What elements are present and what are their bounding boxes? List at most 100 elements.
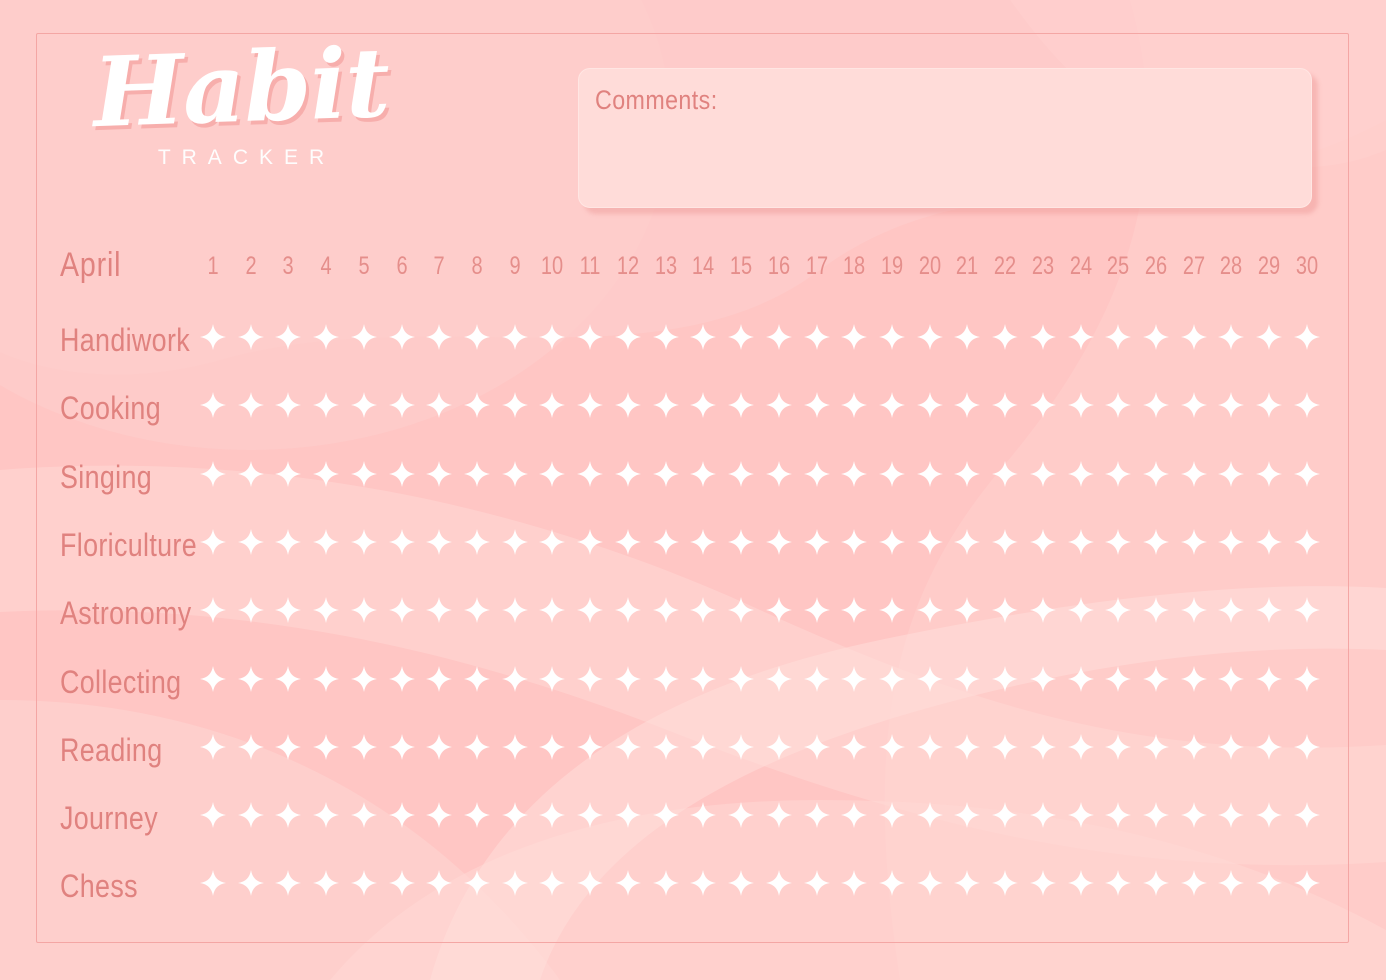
habit-day-marker[interactable] xyxy=(765,802,792,829)
habit-day-marker[interactable] xyxy=(1143,802,1169,829)
habit-day-marker[interactable] xyxy=(992,870,1019,897)
habit-day-marker[interactable] xyxy=(878,324,905,350)
habit-day-marker[interactable] xyxy=(1180,324,1207,350)
habit-day-marker[interactable] xyxy=(464,460,491,487)
habit-day-marker[interactable] xyxy=(765,324,792,350)
habit-day-marker[interactable] xyxy=(1067,392,1094,419)
habit-day-marker[interactable] xyxy=(275,733,302,760)
habit-day-marker[interactable] xyxy=(1029,802,1056,829)
habit-day-marker[interactable] xyxy=(1218,597,1245,624)
habit-day-marker[interactable] xyxy=(577,460,604,487)
habit-day-marker[interactable] xyxy=(313,324,340,350)
habit-day-marker[interactable] xyxy=(426,324,453,350)
habit-day-marker[interactable] xyxy=(577,802,604,829)
habit-day-marker[interactable] xyxy=(1143,528,1169,555)
habit-day-marker[interactable] xyxy=(728,324,755,350)
habit-day-marker[interactable] xyxy=(1180,733,1207,760)
habit-day-marker[interactable] xyxy=(1067,733,1094,760)
habit-day-marker[interactable] xyxy=(728,733,755,760)
habit-day-marker[interactable] xyxy=(878,802,905,829)
habit-day-marker[interactable] xyxy=(878,665,905,692)
habit-day-marker[interactable] xyxy=(1029,870,1056,897)
habit-day-marker[interactable] xyxy=(916,460,943,487)
habit-day-marker[interactable] xyxy=(690,870,717,897)
habit-day-marker[interactable] xyxy=(841,733,868,760)
habit-day-marker[interactable] xyxy=(1143,870,1169,897)
habit-day-marker[interactable] xyxy=(878,460,905,487)
habit-day-marker[interactable] xyxy=(1029,528,1056,555)
habit-day-marker[interactable] xyxy=(1293,460,1320,487)
habit-day-marker[interactable] xyxy=(1143,733,1169,760)
habit-day-marker[interactable] xyxy=(577,597,604,624)
habit-day-marker[interactable] xyxy=(1105,870,1132,897)
habit-day-marker[interactable] xyxy=(313,665,340,692)
habit-day-marker[interactable] xyxy=(1218,665,1245,692)
habit-day-marker[interactable] xyxy=(350,870,377,897)
habit-day-marker[interactable] xyxy=(237,665,264,692)
habit-day-marker[interactable] xyxy=(1067,528,1094,555)
habit-day-marker[interactable] xyxy=(728,460,755,487)
habit-day-marker[interactable] xyxy=(614,392,641,419)
habit-day-marker[interactable] xyxy=(1218,870,1245,897)
habit-day-marker[interactable] xyxy=(501,802,528,829)
habit-day-marker[interactable] xyxy=(1180,802,1207,829)
habit-day-marker[interactable] xyxy=(275,528,302,555)
habit-day-marker[interactable] xyxy=(690,392,717,419)
habit-day-marker[interactable] xyxy=(878,392,905,419)
habit-day-marker[interactable] xyxy=(803,597,830,624)
habit-day-marker[interactable] xyxy=(539,665,566,692)
habit-day-marker[interactable] xyxy=(313,733,340,760)
habit-day-marker[interactable] xyxy=(1105,392,1132,419)
habit-day-marker[interactable] xyxy=(841,392,868,419)
habit-day-marker[interactable] xyxy=(954,870,981,897)
habit-day-marker[interactable] xyxy=(1067,597,1094,624)
habit-day-marker[interactable] xyxy=(1256,460,1283,487)
habit-day-marker[interactable] xyxy=(992,460,1019,487)
habit-day-marker[interactable] xyxy=(313,460,340,487)
habit-day-marker[interactable] xyxy=(539,392,566,419)
habit-day-marker[interactable] xyxy=(1293,733,1320,760)
habit-day-marker[interactable] xyxy=(1293,597,1320,624)
habit-day-marker[interactable] xyxy=(577,665,604,692)
habit-day-marker[interactable] xyxy=(803,665,830,692)
habit-day-marker[interactable] xyxy=(803,870,830,897)
habit-day-marker[interactable] xyxy=(652,460,679,487)
habit-day-marker[interactable] xyxy=(614,870,641,897)
habit-day-marker[interactable] xyxy=(426,665,453,692)
habit-day-marker[interactable] xyxy=(501,392,528,419)
habit-day-marker[interactable] xyxy=(841,528,868,555)
habit-day-marker[interactable] xyxy=(539,597,566,624)
habit-day-marker[interactable] xyxy=(1105,733,1132,760)
habit-day-marker[interactable] xyxy=(388,460,415,487)
habit-day-marker[interactable] xyxy=(652,733,679,760)
habit-day-marker[interactable] xyxy=(1029,392,1056,419)
habit-day-marker[interactable] xyxy=(1293,392,1320,419)
habit-day-marker[interactable] xyxy=(1105,460,1132,487)
habit-day-marker[interactable] xyxy=(690,528,717,555)
habit-day-marker[interactable] xyxy=(765,597,792,624)
habit-day-marker[interactable] xyxy=(841,802,868,829)
habit-day-marker[interactable] xyxy=(313,802,340,829)
habit-day-marker[interactable] xyxy=(313,597,340,624)
habit-day-marker[interactable] xyxy=(426,802,453,829)
habit-day-marker[interactable] xyxy=(614,665,641,692)
habit-day-marker[interactable] xyxy=(841,870,868,897)
habit-day-marker[interactable] xyxy=(1256,528,1283,555)
habit-day-marker[interactable] xyxy=(614,802,641,829)
habit-day-marker[interactable] xyxy=(426,597,453,624)
habit-day-marker[interactable] xyxy=(1256,665,1283,692)
habit-day-marker[interactable] xyxy=(690,733,717,760)
habit-day-marker[interactable] xyxy=(652,324,679,350)
habit-day-marker[interactable] xyxy=(1256,324,1283,350)
habit-day-marker[interactable] xyxy=(313,528,340,555)
habit-day-marker[interactable] xyxy=(237,392,264,419)
habit-day-marker[interactable] xyxy=(313,392,340,419)
habit-day-marker[interactable] xyxy=(1067,665,1094,692)
habit-day-marker[interactable] xyxy=(1218,392,1245,419)
habit-day-marker[interactable] xyxy=(275,665,302,692)
habit-day-marker[interactable] xyxy=(237,597,264,624)
habit-day-marker[interactable] xyxy=(539,802,566,829)
habit-day-marker[interactable] xyxy=(1105,802,1132,829)
habit-day-marker[interactable] xyxy=(614,528,641,555)
habit-day-marker[interactable] xyxy=(614,324,641,350)
